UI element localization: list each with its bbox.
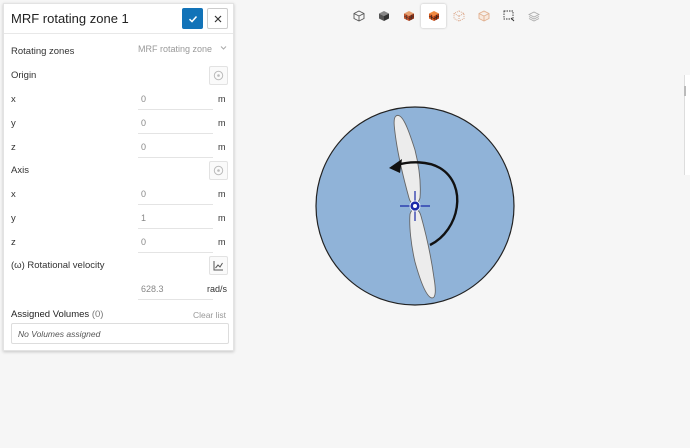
viewport[interactable]: [0, 0, 690, 448]
